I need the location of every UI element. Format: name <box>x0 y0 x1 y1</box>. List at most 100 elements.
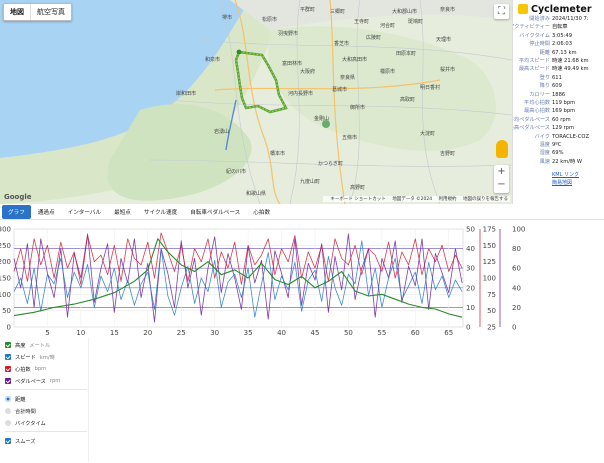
x-tick: 5 <box>45 329 49 337</box>
keyboard-shortcuts-link[interactable]: キーボード ショートカット <box>330 197 385 202</box>
stat-label: 降り <box>539 83 550 90</box>
stat-row: 平均ペダルペース 60 rpm <box>513 116 604 124</box>
stat-label: バイク <box>534 133 550 140</box>
x-tick: 15 <box>110 329 119 337</box>
stat-value: 60 rpm <box>552 116 571 123</box>
y-tick-speed: 0 <box>466 324 470 332</box>
radio-button[interactable] <box>5 420 11 426</box>
ride-chart[interactable]: 0501001502002503005101520253035404550556… <box>0 220 604 338</box>
stat-label: バイクタイム <box>519 32 550 39</box>
stat-row: 登り 611 <box>513 74 604 82</box>
series-toggle[interactable]: ペダルペース rpm <box>5 376 60 386</box>
place-label: 香芝市 <box>334 41 350 47</box>
place-label: 三郷町 <box>330 9 346 15</box>
y-tick-heart_rate: 25 <box>487 324 496 332</box>
tab-2[interactable]: インターバル <box>62 205 108 219</box>
tab-0[interactable]: グラフ <box>2 204 31 219</box>
tab-5[interactable]: 自転車ペダルペース <box>184 205 246 219</box>
series-toggle[interactable]: スピード km/時 <box>5 352 55 362</box>
radio-button[interactable] <box>5 396 11 402</box>
stat-label: 距離 <box>539 49 550 56</box>
place-label: 岸和田市 <box>176 91 197 97</box>
stat-label: 最高心拍数 <box>524 108 550 115</box>
xaxis-option[interactable]: 合計時間 <box>5 406 36 416</box>
place-label: 田原本町 <box>396 51 417 57</box>
kml-link[interactable]: KML リンク <box>552 171 579 178</box>
stat-value: 22 km/時 W <box>552 158 583 165</box>
radio-button[interactable] <box>5 408 11 414</box>
stat-value: 時速 49.49 km <box>552 66 589 73</box>
x-tick: 60 <box>411 329 420 337</box>
map-type-satellite[interactable]: 航空写真 <box>30 4 71 20</box>
place-label: 大和郡山市 <box>392 9 418 15</box>
place-label: 天理市 <box>436 37 452 43</box>
stat-label: 最高スピード <box>518 66 550 73</box>
cyclemeter-logo-icon <box>518 4 528 14</box>
x-tick: 20 <box>143 329 152 337</box>
fullscreen-icon[interactable]: ⛶ <box>494 4 509 19</box>
stat-label: 温度 <box>539 142 550 148</box>
tab-3[interactable]: 最短点 <box>108 205 137 219</box>
x-tick: 45 <box>311 329 320 337</box>
zoom-out-icon[interactable]: − <box>494 178 509 191</box>
app-brand: Cyclemeter <box>518 2 592 16</box>
y-tick-cadence: 80 <box>512 245 521 253</box>
y-tick-heart_rate: 150 <box>483 242 496 250</box>
place-label: 五條市 <box>342 135 358 141</box>
x-tick: 55 <box>377 329 386 337</box>
series-checkbox[interactable] <box>5 354 11 360</box>
terms-link[interactable]: 利用規約 <box>439 197 457 202</box>
street-view-pegman-icon[interactable] <box>496 140 508 158</box>
route-map[interactable]: 堺市 松原市 羽曳野市 富田林市 河内長野市 和泉市 岸和田市 大阪府 奈良県 … <box>0 0 512 204</box>
stat-row: 降り 609 <box>513 82 604 90</box>
map-type-roadmap[interactable]: 地図 <box>4 4 30 20</box>
stat-label: 風速 <box>539 158 550 165</box>
map-data-credit: 地図データ ©2024 <box>392 197 433 202</box>
stat-value: 2:06:03 <box>552 41 572 48</box>
stat-value: TORACLE-COZ <box>552 133 590 140</box>
smooth-toggle[interactable]: スムーズ <box>5 436 36 446</box>
series-checkbox[interactable] <box>5 342 11 348</box>
y-tick-altitude: 50 <box>2 307 11 315</box>
series-checkbox[interactable] <box>5 378 11 384</box>
place-label: 高取町 <box>400 97 416 103</box>
smooth-checkbox[interactable] <box>5 438 11 444</box>
xaxis-option[interactable]: バイクタイム <box>5 418 46 428</box>
tab-1[interactable]: 通過点 <box>32 205 61 219</box>
stat-value: 611 <box>552 74 562 81</box>
zoom-in-icon[interactable]: + <box>494 165 509 178</box>
x-tick: 30 <box>210 329 219 337</box>
stat-label: 湿度 <box>539 150 550 157</box>
stat-row: 温度 9ºC <box>513 141 604 149</box>
series-label: ペダルペース <box>15 378 46 385</box>
chart-options-panel: 高度 メートル スピード km/時 心拍数 bpm ペダルペース rpm 距離合計時間バイクタイ… <box>3 338 89 461</box>
y-tick-speed: 10 <box>466 304 475 312</box>
series-toggle[interactable]: 高度 メートル <box>5 340 50 350</box>
y-tick-speed: 30 <box>466 265 475 273</box>
stat-row: 湿度 69% <box>513 149 604 157</box>
y-tick-cadence: 60 <box>512 265 521 273</box>
place-label: 富田林市 <box>282 61 303 67</box>
tab-6[interactable]: 心拍数 <box>247 205 276 219</box>
place-label: 大和高田市 <box>342 57 368 63</box>
x-tick: 35 <box>244 329 253 337</box>
series-checkbox[interactable] <box>5 366 11 372</box>
place-label: 和泉市 <box>205 57 221 63</box>
tab-4[interactable]: サイクル速度 <box>138 205 183 219</box>
series-toggle[interactable]: 心拍数 bpm <box>5 364 46 374</box>
map-attribution: キーボード ショートカット 地図データ ©2024 利用規約 地図の誤りを報告す… <box>323 196 510 202</box>
x-tick: 40 <box>277 329 286 337</box>
stat-row: 距離 67.13 km <box>513 49 604 57</box>
report-error-link[interactable]: 地図の誤りを報告する <box>463 197 508 202</box>
stat-value: 3:05:49 <box>552 32 572 39</box>
place-label: 岩湧山 <box>214 129 230 135</box>
stat-value: 119 bpm <box>552 100 576 106</box>
smooth-label: スムーズ <box>15 438 36 445</box>
simple-map-link[interactable]: 簡易地図 <box>552 179 572 186</box>
xaxis-option[interactable]: 距離 <box>5 394 25 404</box>
stat-label: 停止時間 <box>529 41 550 48</box>
y-tick-heart_rate: 75 <box>487 291 496 299</box>
y-tick-cadence: 20 <box>512 304 521 312</box>
y-tick-altitude: 150 <box>0 275 11 283</box>
place-label: 和歌山県 <box>246 191 267 197</box>
